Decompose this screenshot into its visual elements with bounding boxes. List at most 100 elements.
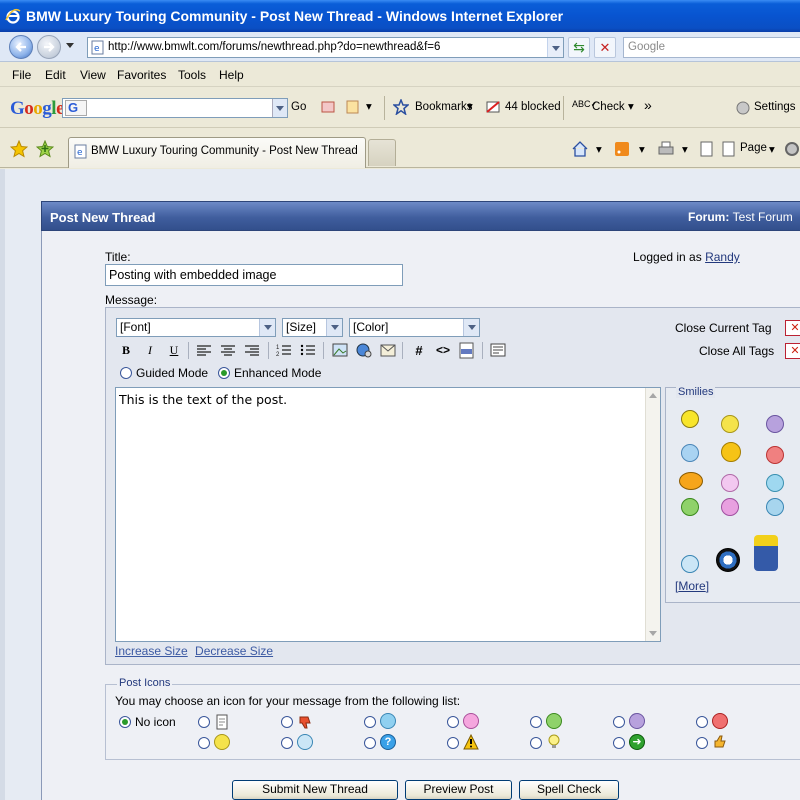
popup-blocked-count[interactable]: 44 blocked [505, 101, 561, 113]
username-link[interactable]: Randy [705, 250, 740, 264]
post-icon-none-radio[interactable] [119, 716, 131, 728]
google-search-dropdown[interactable] [272, 99, 287, 117]
menu-favorites[interactable]: Favorites [117, 68, 166, 82]
smilie-runner-icon[interactable] [754, 535, 778, 571]
post-icon-3-radio[interactable] [364, 716, 376, 728]
address-input[interactable]: e http://www.bmwlt.com/forums/newthread.… [87, 37, 564, 58]
google-search-input[interactable]: G [62, 98, 288, 118]
post-icon-13-radio[interactable] [613, 737, 625, 749]
smilie-wink-icon[interactable] [721, 474, 739, 492]
underline-button[interactable]: U [164, 341, 184, 360]
check-dropdown-icon[interactable]: ▾ [628, 99, 634, 113]
post-icon-5-radio[interactable] [530, 716, 542, 728]
size-select[interactable]: [Size] [282, 318, 343, 337]
post-icon-14-radio[interactable] [696, 737, 708, 749]
align-left-icon[interactable] [194, 341, 214, 360]
close-all-tags-button[interactable]: ✕ [785, 343, 800, 359]
post-icon-9-radio[interactable] [281, 737, 293, 749]
bold-button[interactable]: B [116, 341, 136, 360]
live-search-input[interactable]: Google [623, 37, 800, 58]
insert-quote-icon[interactable] [488, 341, 508, 360]
insert-html-icon[interactable]: <> [433, 341, 453, 360]
post-icon-10-radio[interactable] [364, 737, 376, 749]
more-smilies-link[interactable]: More [678, 579, 705, 593]
tab-post-new-thread[interactable]: e BMW Luxury Touring Community - Post Ne… [68, 137, 366, 168]
post-icon-1-radio[interactable] [198, 716, 210, 728]
menu-help[interactable]: Help [219, 68, 244, 82]
menu-file[interactable]: File [12, 68, 31, 82]
home-icon[interactable] [571, 140, 589, 158]
page-dropdown-icon[interactable]: ▾ [769, 142, 775, 156]
smilie-jump-icon[interactable] [681, 410, 699, 428]
menu-view[interactable]: View [80, 68, 106, 82]
back-button[interactable] [9, 35, 33, 59]
bullet-list-icon[interactable] [298, 341, 318, 360]
bmw-logo-icon[interactable] [716, 548, 740, 572]
post-icon-6-radio[interactable] [613, 716, 625, 728]
refresh-button[interactable]: ⇆ [568, 37, 590, 58]
bookmarks-button[interactable]: Bookmarks [415, 101, 473, 113]
post-icon-2-radio[interactable] [281, 716, 293, 728]
smilie-cool-icon[interactable] [766, 474, 784, 492]
more-dropdown-icon[interactable]: ▾ [366, 99, 372, 113]
message-textarea[interactable]: This is the text of the post. [115, 387, 661, 642]
address-dropdown[interactable] [547, 38, 563, 57]
google-go-button[interactable]: Go [291, 101, 306, 113]
add-favorite-icon[interactable] [36, 140, 54, 158]
enhanced-mode-radio[interactable] [218, 367, 230, 379]
page-menu-button[interactable]: Page [740, 142, 767, 154]
insert-php-icon[interactable] [457, 341, 477, 360]
ordered-list-icon[interactable]: 12 [274, 341, 294, 360]
align-center-icon[interactable] [218, 341, 238, 360]
insert-link-icon[interactable] [354, 341, 374, 360]
insert-image-icon[interactable] [330, 341, 350, 360]
new-tab-button[interactable] [368, 139, 396, 166]
feeds-dropdown-icon[interactable]: ▾ [639, 142, 645, 156]
popup-icon[interactable] [345, 99, 361, 115]
preview-post-button[interactable]: Preview Post [405, 780, 512, 800]
smilie-rolleyes-icon[interactable] [766, 498, 784, 516]
message-scrollbar[interactable] [645, 388, 660, 641]
post-icon-4-radio[interactable] [447, 716, 459, 728]
forum-name[interactable]: Test Forum [733, 210, 793, 224]
menu-edit[interactable]: Edit [45, 68, 66, 82]
smilie-tongue-icon[interactable] [721, 498, 739, 516]
smilie-smile-icon[interactable] [721, 415, 739, 433]
decrease-size-link[interactable]: Decrease Size [195, 644, 273, 658]
bookmarks-dropdown-icon[interactable]: ▾ [467, 99, 473, 113]
align-right-icon[interactable] [242, 341, 262, 360]
insert-email-icon[interactable] [378, 341, 398, 360]
print-icon[interactable] [657, 140, 675, 158]
insert-code-hash-icon[interactable]: # [409, 341, 429, 360]
post-icon-12-radio[interactable] [530, 737, 542, 749]
smilie-grin-icon[interactable] [681, 498, 699, 516]
favorites-center-icon[interactable] [10, 140, 28, 158]
recent-pages-dropdown[interactable] [66, 43, 74, 48]
spell-check-button[interactable]: Spell Check [519, 780, 619, 800]
stop-button[interactable]: ✕ [594, 37, 616, 58]
font-select[interactable]: [Font] [116, 318, 276, 337]
title-input[interactable]: Posting with embedded image [105, 264, 403, 286]
guided-mode-radio[interactable] [120, 367, 132, 379]
smilie-confused-icon[interactable] [681, 444, 699, 462]
settings-button[interactable]: Settings [754, 101, 796, 113]
print-dropdown-icon[interactable]: ▾ [682, 142, 688, 156]
submit-new-thread-button[interactable]: Submit New Thread [232, 780, 398, 800]
smilie-frown-icon[interactable] [766, 415, 784, 433]
post-icon-11-radio[interactable] [447, 737, 459, 749]
smilie-sunglasses-icon[interactable] [681, 555, 699, 573]
news-icon[interactable] [320, 99, 336, 115]
smilie-thinking-icon[interactable] [721, 442, 741, 462]
page-edit-icon[interactable] [698, 140, 716, 158]
toolbar-overflow-button[interactable]: » [644, 97, 652, 113]
close-current-tag-button[interactable]: ✕ [785, 320, 800, 336]
smilie-worship-icon[interactable] [679, 472, 703, 490]
post-icon-7-radio[interactable] [696, 716, 708, 728]
forward-button[interactable] [37, 35, 61, 59]
check-button[interactable]: Check [592, 101, 625, 113]
post-icon-8-radio[interactable] [198, 737, 210, 749]
italic-button[interactable]: I [140, 341, 160, 360]
increase-size-link[interactable]: Increase Size [115, 644, 188, 658]
menu-tools[interactable]: Tools [178, 68, 206, 82]
smilie-mad-icon[interactable] [766, 446, 784, 464]
